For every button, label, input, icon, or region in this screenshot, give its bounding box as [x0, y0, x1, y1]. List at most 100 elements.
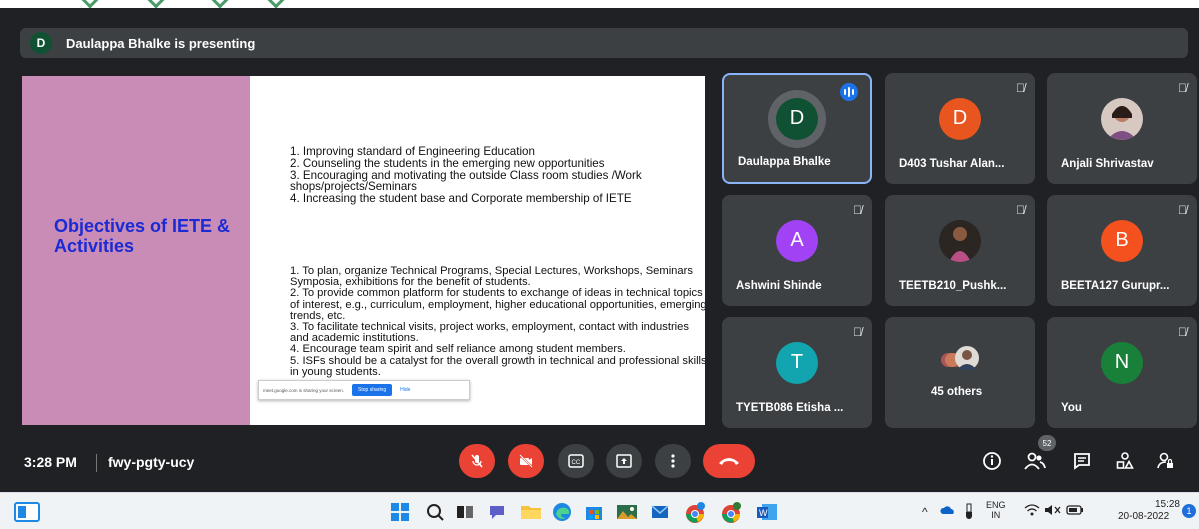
meeting-code: fwy-pgty-ucy [108, 454, 195, 470]
decor-icon [81, 0, 99, 8]
teams-chat-icon[interactable] [487, 502, 507, 522]
list-item: 1. To plan, organize Technical Programs,… [290, 265, 693, 289]
participant-name: BEETA127 Gurupr... [1061, 280, 1170, 292]
list-item: 3. Encouraging and motivating the outsid… [290, 168, 642, 194]
participant-name: You [1061, 402, 1082, 414]
tray-chevron-icon[interactable]: ^ [922, 505, 928, 519]
phone-hangup-icon [719, 458, 739, 465]
mic-off-icon: 🎙̸ [1178, 203, 1187, 217]
chrome-profile-icon[interactable] [720, 502, 741, 523]
participant-tile[interactable]: A 🎙̸ Ashwini Shinde [722, 195, 872, 306]
presenting-text: Daulappa Bhalke is presenting [66, 35, 256, 51]
participant-name: TYETB086 Etisha ... [736, 402, 844, 414]
participant-tile[interactable]: N 🎙̸ You [1047, 317, 1197, 428]
present-icon [616, 454, 632, 468]
participant-name: TEETB210_Pushk... [899, 280, 1007, 292]
svg-text:CC: CC [572, 460, 581, 466]
participant-tile[interactable]: D Daulappa Bhalke [722, 73, 872, 184]
region-code: IN [991, 510, 1001, 520]
wifi-icon[interactable] [1024, 503, 1040, 519]
people-button[interactable] [1023, 449, 1047, 473]
word-icon[interactable]: W [756, 502, 777, 522]
info-button[interactable] [980, 449, 1004, 473]
mic-off-icon: 🎙̸ [1016, 81, 1025, 95]
share-notice-text: meet.google.com is sharing your screen. [263, 387, 345, 393]
camera-toggle-button[interactable] [508, 444, 544, 478]
participant-tile[interactable]: B 🎙̸ BEETA127 Gurupr... [1047, 195, 1197, 306]
captions-icon: CC [568, 454, 584, 468]
chat-button[interactable] [1070, 449, 1094, 473]
info-icon [983, 452, 1001, 470]
start-icon[interactable] [390, 502, 410, 522]
end-call-button[interactable] [703, 444, 755, 478]
search-icon[interactable] [425, 502, 445, 522]
avatar: N [1101, 341, 1143, 384]
photos-icon[interactable] [616, 502, 637, 522]
volume-mute-icon[interactable] [1044, 503, 1062, 519]
participant-name: Daulappa Bhalke [738, 156, 831, 168]
clock-time[interactable]: 15:28 [1138, 499, 1180, 511]
speaking-indicator-icon [840, 83, 858, 101]
presenting-banner[interactable]: D Daulappa Bhalke is presenting [20, 28, 1188, 58]
notification-badge[interactable]: 1 [1182, 504, 1196, 518]
chrome-icon[interactable] [684, 502, 705, 523]
more-options-button[interactable] [655, 444, 691, 478]
shapes-icon [1116, 452, 1134, 469]
list-item: 2. To provide common platform for studen… [290, 287, 705, 322]
mic-toggle-button[interactable] [459, 444, 495, 478]
chat-icon [1074, 453, 1090, 470]
mic-off-icon: 🎙̸ [853, 203, 862, 217]
list-item: 5. ISFs should be a catalyst for the ove… [290, 354, 705, 378]
meet-window: D Daulappa Bhalke is presenting Objectiv… [0, 0, 1199, 492]
activities-list: 1. To plan, organize Technical Programs,… [290, 265, 705, 378]
decor-icon [211, 0, 229, 8]
file-explorer-icon[interactable] [520, 502, 541, 522]
list-item: 4. Encourage team spirit and self relian… [290, 343, 626, 356]
avatar: A [776, 219, 818, 262]
divider [96, 454, 97, 472]
os-taskbar: W ^ ENG IN 15:28 20-08-2022 1 [0, 492, 1199, 529]
mic-off-icon: 🎙̸ [1178, 81, 1187, 95]
people-icon [1024, 452, 1046, 470]
participant-tile[interactable]: T 🎙̸ TYETB086 Etisha ... [722, 317, 872, 428]
task-view-icon[interactable] [455, 502, 475, 522]
avatar: T [776, 341, 818, 384]
others-tile[interactable]: 45 others [885, 317, 1035, 428]
others-count: 45 others [931, 386, 983, 398]
edge-icon[interactable] [552, 502, 572, 522]
avatar: D [939, 97, 981, 140]
avatar [1101, 97, 1143, 140]
lock-person-icon [1157, 452, 1173, 469]
decor-icon [267, 0, 285, 8]
others-avatars [941, 345, 979, 375]
widgets-icon[interactable] [14, 502, 40, 522]
more-vert-icon [671, 454, 675, 468]
list-item: 2. Counseling the students in the emergi… [290, 156, 605, 170]
stop-sharing-button[interactable]: Stop sharing [352, 384, 393, 396]
decor-icon [147, 0, 165, 8]
shared-screen: Objectives of IETE & Activities 1. Impro… [22, 76, 705, 425]
language-indicator[interactable]: ENG IN [986, 500, 1006, 520]
mic-off-icon: 🎙̸ [853, 325, 862, 339]
browser-top-strip [0, 0, 1199, 8]
usb-icon[interactable] [964, 503, 974, 521]
captions-button[interactable]: CC [558, 444, 594, 478]
camera-off-icon [519, 454, 533, 468]
clock-date[interactable]: 20-08-2022 [1118, 511, 1169, 523]
participant-tile[interactable]: 🎙̸ Anjali Shrivastav [1047, 73, 1197, 184]
svg-text:W: W [759, 508, 768, 518]
avatar: B [1101, 219, 1143, 262]
host-controls-button[interactable] [1153, 449, 1177, 473]
onedrive-icon[interactable] [940, 503, 956, 519]
call-controls-bar: 3:28 PM fwy-pgty-ucy CC 52 [0, 432, 1199, 492]
hide-button[interactable]: Hide [400, 387, 410, 393]
mic-off-icon: 🎙̸ [1178, 325, 1187, 339]
participant-tile[interactable]: 🎙̸ TEETB210_Pushk... [885, 195, 1035, 306]
store-icon[interactable] [584, 502, 604, 522]
present-button[interactable] [606, 444, 642, 478]
participant-tile[interactable]: D 🎙̸ D403 Tushar Alan... [885, 73, 1035, 184]
battery-icon[interactable] [1066, 503, 1084, 519]
activities-button[interactable] [1113, 449, 1137, 473]
mail-icon[interactable] [650, 502, 670, 522]
list-item: 4. Increasing the student base and Corpo… [290, 192, 632, 206]
